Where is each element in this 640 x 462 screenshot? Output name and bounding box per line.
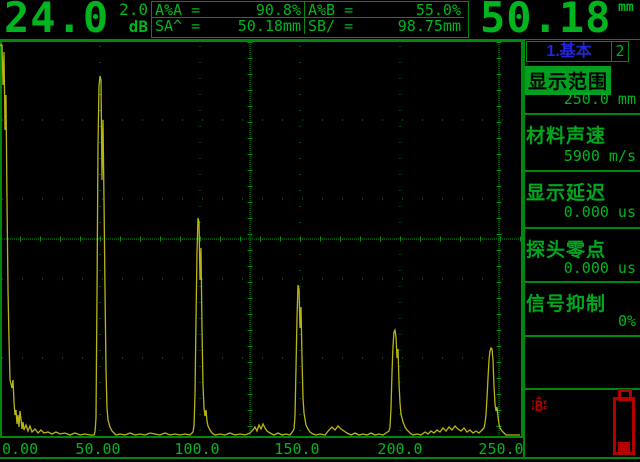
primary-distance-unit: mm (618, 0, 634, 15)
param-signal-reject-value: 0% (524, 312, 636, 330)
measurement-a-amp: A%A = 90.8% (152, 2, 305, 18)
param-display-range-value: 250.0 mm (524, 90, 636, 108)
gain-unit-label: dB (102, 18, 148, 35)
param-probe-zero-value: 0.000 us (524, 259, 636, 277)
freeze-b-icon: ❄ B (524, 391, 554, 423)
x-tick-100: 100.0 (174, 440, 219, 458)
sidebar-section-divider (523, 335, 640, 337)
x-tick-50: 50.00 (75, 440, 120, 458)
x-tick-200: 200.0 (377, 440, 422, 458)
sidebar-section-divider (523, 281, 640, 283)
x-tick-250: 250.0 (478, 440, 523, 458)
gain-reading: 24.0 (4, 0, 109, 42)
x-tick-150: 150.0 (274, 440, 319, 458)
flaw-detector-screen: 24.0 2.0 dB A%A = 90.8% A%B = 55.0% SA^ … (0, 0, 640, 462)
battery-low-icon (613, 389, 637, 457)
bottom-border (0, 457, 640, 459)
param-display-delay-label[interactable]: 显示延迟 (526, 178, 606, 205)
param-display-delay-value: 0.000 us (524, 203, 636, 221)
ascan-plot (0, 40, 524, 438)
tab-2[interactable]: 2 (611, 42, 628, 61)
tab-basic[interactable]: 1.基本 (527, 42, 611, 61)
gain-step-value: 2.0 (102, 1, 148, 18)
measurement-panel: A%A = 90.8% A%B = 55.0% SA^ = 50.18mm SB… (151, 1, 469, 38)
sidebar-tabs: 1.基本 2 (526, 41, 629, 62)
x-tick-0: 0.00 (2, 440, 38, 458)
param-material-velocity-label[interactable]: 材料声速 (526, 121, 606, 148)
sidebar-section-divider (523, 170, 640, 172)
primary-distance-reading: 50.18 (480, 0, 611, 42)
measurement-b-amp: A%B = 55.0% (305, 2, 464, 18)
param-probe-zero-label[interactable]: 探头零点 (526, 235, 606, 262)
param-material-velocity-value: 5900 m/s (524, 147, 636, 165)
measurement-a-dist: SA^ = 50.18mm (152, 18, 305, 34)
measurement-b-dist: SB/ = 98.75mm (305, 18, 464, 34)
sidebar-section-divider (523, 113, 640, 115)
sidebar-section-divider (523, 227, 640, 229)
